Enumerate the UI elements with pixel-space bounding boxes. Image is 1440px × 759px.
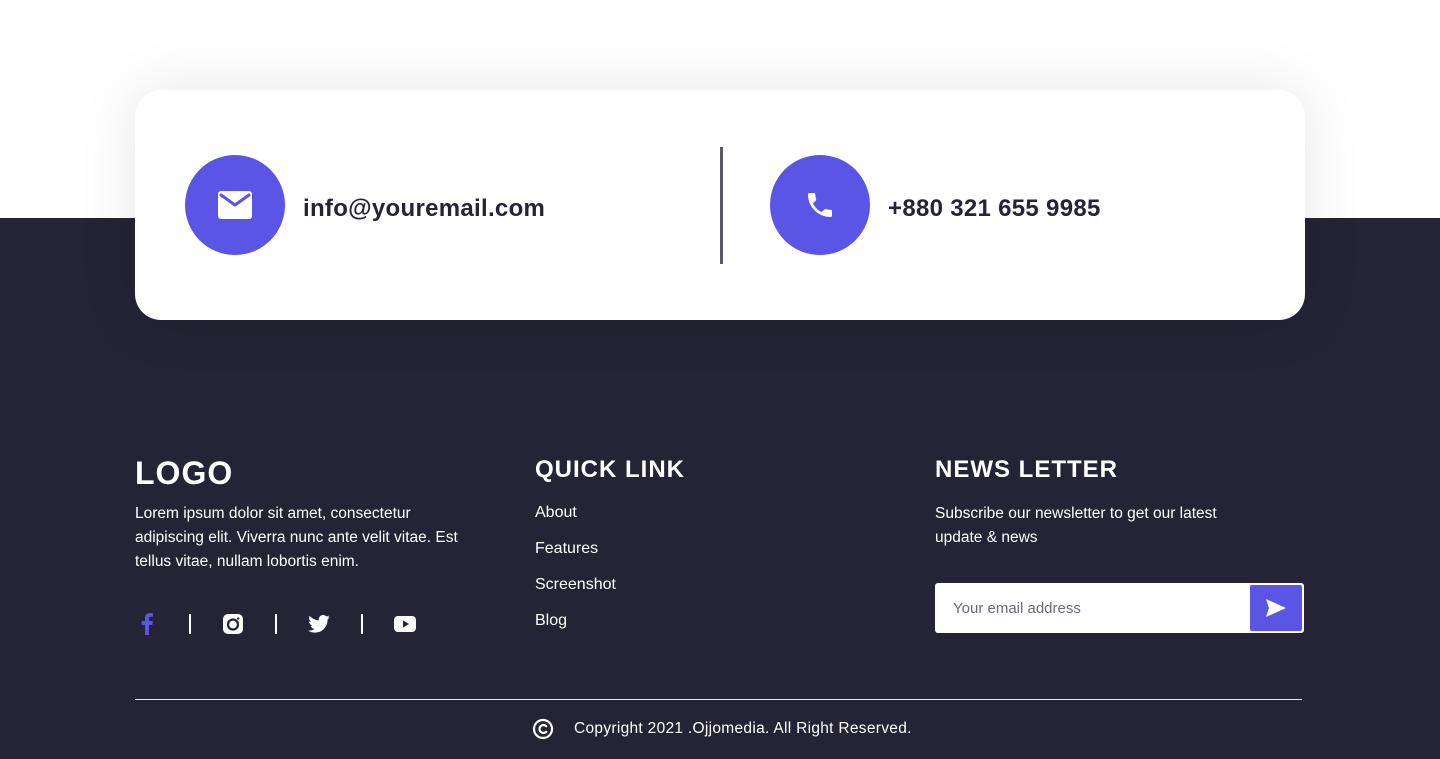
facebook-icon <box>141 613 153 635</box>
contact-card: info@youremail.com +880 321 655 9985 <box>135 90 1305 320</box>
social-divider <box>275 614 277 634</box>
quick-link-title: QUICK LINK <box>535 456 685 483</box>
send-icon <box>1266 599 1286 617</box>
phone-icon <box>808 193 832 217</box>
newsletter-email-input[interactable] <box>935 583 1245 633</box>
twitter-link[interactable] <box>307 612 331 636</box>
instagram-icon <box>223 614 243 634</box>
newsletter-title: NEWS LETTER <box>935 456 1118 483</box>
copyright-text: Copyright 2021 .Ojjomedia. All Right Res… <box>574 720 912 737</box>
footer-logo[interactable]: LOGO <box>135 455 233 492</box>
envelope-icon <box>218 191 252 219</box>
social-divider <box>361 614 363 634</box>
contact-divider <box>720 147 723 264</box>
subscribe-button[interactable] <box>1250 585 1302 631</box>
quick-link-screenshot[interactable]: Screenshot <box>535 575 616 611</box>
quick-link-about[interactable]: About <box>535 503 616 539</box>
twitter-icon <box>308 615 330 633</box>
copyright-icon <box>532 718 554 740</box>
footer-divider <box>135 699 1302 700</box>
youtube-icon <box>394 616 416 632</box>
instagram-link[interactable] <box>221 612 245 636</box>
phone-icon-circle[interactable] <box>770 155 870 255</box>
page: info@youremail.com +880 321 655 9985 LOG… <box>0 0 1440 759</box>
quick-link-features[interactable]: Features <box>535 539 616 575</box>
quick-link-blog[interactable]: Blog <box>535 611 616 647</box>
newsletter-form <box>935 583 1304 633</box>
social-divider <box>189 614 191 634</box>
contact-email[interactable]: info@youremail.com <box>303 195 545 223</box>
facebook-link[interactable] <box>135 612 159 636</box>
youtube-link[interactable] <box>393 612 417 636</box>
copyright: Copyright 2021 .Ojjomedia. All Right Res… <box>532 718 912 740</box>
about-text: Lorem ipsum dolor sit amet, consectetur … <box>135 505 458 570</box>
email-icon-circle[interactable] <box>185 155 285 255</box>
contact-phone[interactable]: +880 321 655 9985 <box>888 195 1101 223</box>
quick-link-list: About Features Screenshot Blog <box>535 503 616 647</box>
social-links <box>135 610 417 638</box>
newsletter-text: Subscribe our newsletter to get our late… <box>935 505 1217 546</box>
